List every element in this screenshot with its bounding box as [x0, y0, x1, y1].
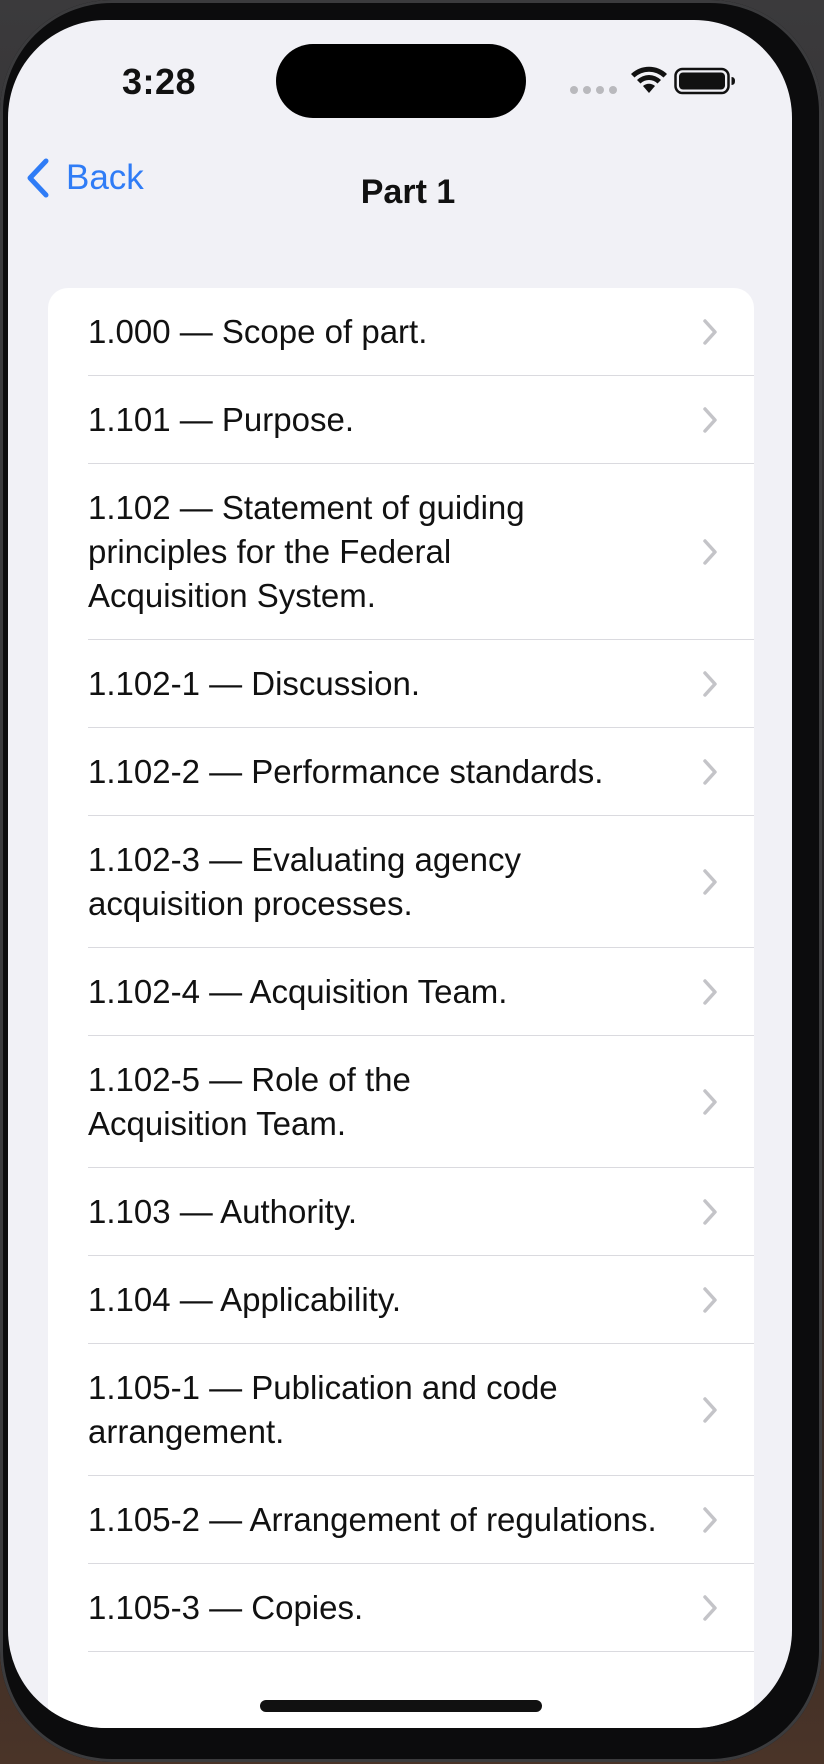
list-item-label: 1.102-1 — Discussion.	[88, 665, 420, 702]
back-button[interactable]: Back	[24, 152, 144, 204]
list-item-label: 1.102-5 — Role of the Acquisition Team.	[88, 1061, 411, 1142]
list-item[interactable]: 1.104 — Applicability.	[48, 1256, 754, 1344]
list-item[interactable]: 1.102-1 — Discussion.	[48, 640, 754, 728]
chevron-right-icon	[703, 1287, 717, 1313]
list-item-label: 1.000 — Scope of part.	[88, 313, 428, 350]
dynamic-island	[276, 44, 526, 118]
chevron-right-icon	[703, 319, 717, 345]
wifi-icon	[631, 66, 667, 93]
list-item-label: 1.105-3 — Copies.	[88, 1589, 364, 1626]
chevron-right-icon	[703, 1595, 717, 1621]
list-item-label: 1.101 — Purpose.	[88, 401, 354, 438]
list-item-label: 1.105-2 — Arrangement of regulations.	[88, 1501, 657, 1538]
list-item-label: 1.102-2 — Performance standards.	[88, 753, 604, 790]
battery-icon	[674, 67, 735, 95]
chevron-right-icon	[703, 407, 717, 433]
chevron-right-icon	[703, 1089, 717, 1115]
chevron-right-icon	[703, 869, 717, 895]
app-screen: 3:28 Back Part 1 1.000 — Scope of part. …	[8, 20, 792, 1728]
back-button-label: Back	[66, 158, 144, 197]
chevron-right-icon	[703, 1199, 717, 1225]
chevron-right-icon	[703, 1397, 717, 1423]
list-item[interactable]: 1.102-3 — Evaluating agency acquisition …	[48, 816, 754, 948]
status-time: 3:28	[121, 61, 197, 102]
chevron-right-icon	[703, 759, 717, 785]
list-item[interactable]: 1.105-3 — Copies.	[48, 1564, 754, 1652]
list-item-label: 1.104 — Applicability.	[88, 1281, 402, 1318]
list-item[interactable]: 1.105-2 — Arrangement of regulations.	[48, 1476, 754, 1564]
section-list: 1.000 — Scope of part. 1.101 — Purpose. …	[48, 288, 754, 1728]
list-item-label: 1.102-3 — Evaluating agency acquisition …	[88, 841, 521, 922]
list-item-label: 1.105-1 — Publication and code arrangeme…	[88, 1369, 558, 1450]
list-item-label: 1.102 — Statement of guiding principles …	[88, 489, 525, 614]
chevron-right-icon	[703, 1507, 717, 1533]
list-item[interactable]: 1.102 — Statement of guiding principles …	[48, 464, 754, 640]
list-item[interactable]: 1.102-2 — Performance standards.	[48, 728, 754, 816]
list-item-label: 1.102-4 — Acquisition Team.	[88, 973, 508, 1010]
chevron-right-icon	[703, 979, 717, 1005]
list-item[interactable]: 1.102-4 — Acquisition Team.	[48, 948, 754, 1036]
chevron-left-icon	[27, 158, 49, 198]
chevron-right-icon	[703, 671, 717, 697]
list-item[interactable]: 1.105-1 — Publication and code arrangeme…	[48, 1344, 754, 1476]
list-item[interactable]: 1.000 — Scope of part.	[48, 288, 754, 376]
list-item[interactable]: 1.101 — Purpose.	[48, 376, 754, 464]
page-title: Part 1	[360, 173, 456, 211]
home-indicator[interactable]	[260, 1700, 542, 1712]
list-item-label: 1.103 — Authority.	[88, 1193, 358, 1230]
cellular-signal-icon	[570, 86, 617, 94]
chevron-right-icon	[703, 539, 717, 565]
list-item[interactable]: 1.103 — Authority.	[48, 1168, 754, 1256]
list-item[interactable]: 1.102-5 — Role of the Acquisition Team.	[48, 1036, 754, 1168]
